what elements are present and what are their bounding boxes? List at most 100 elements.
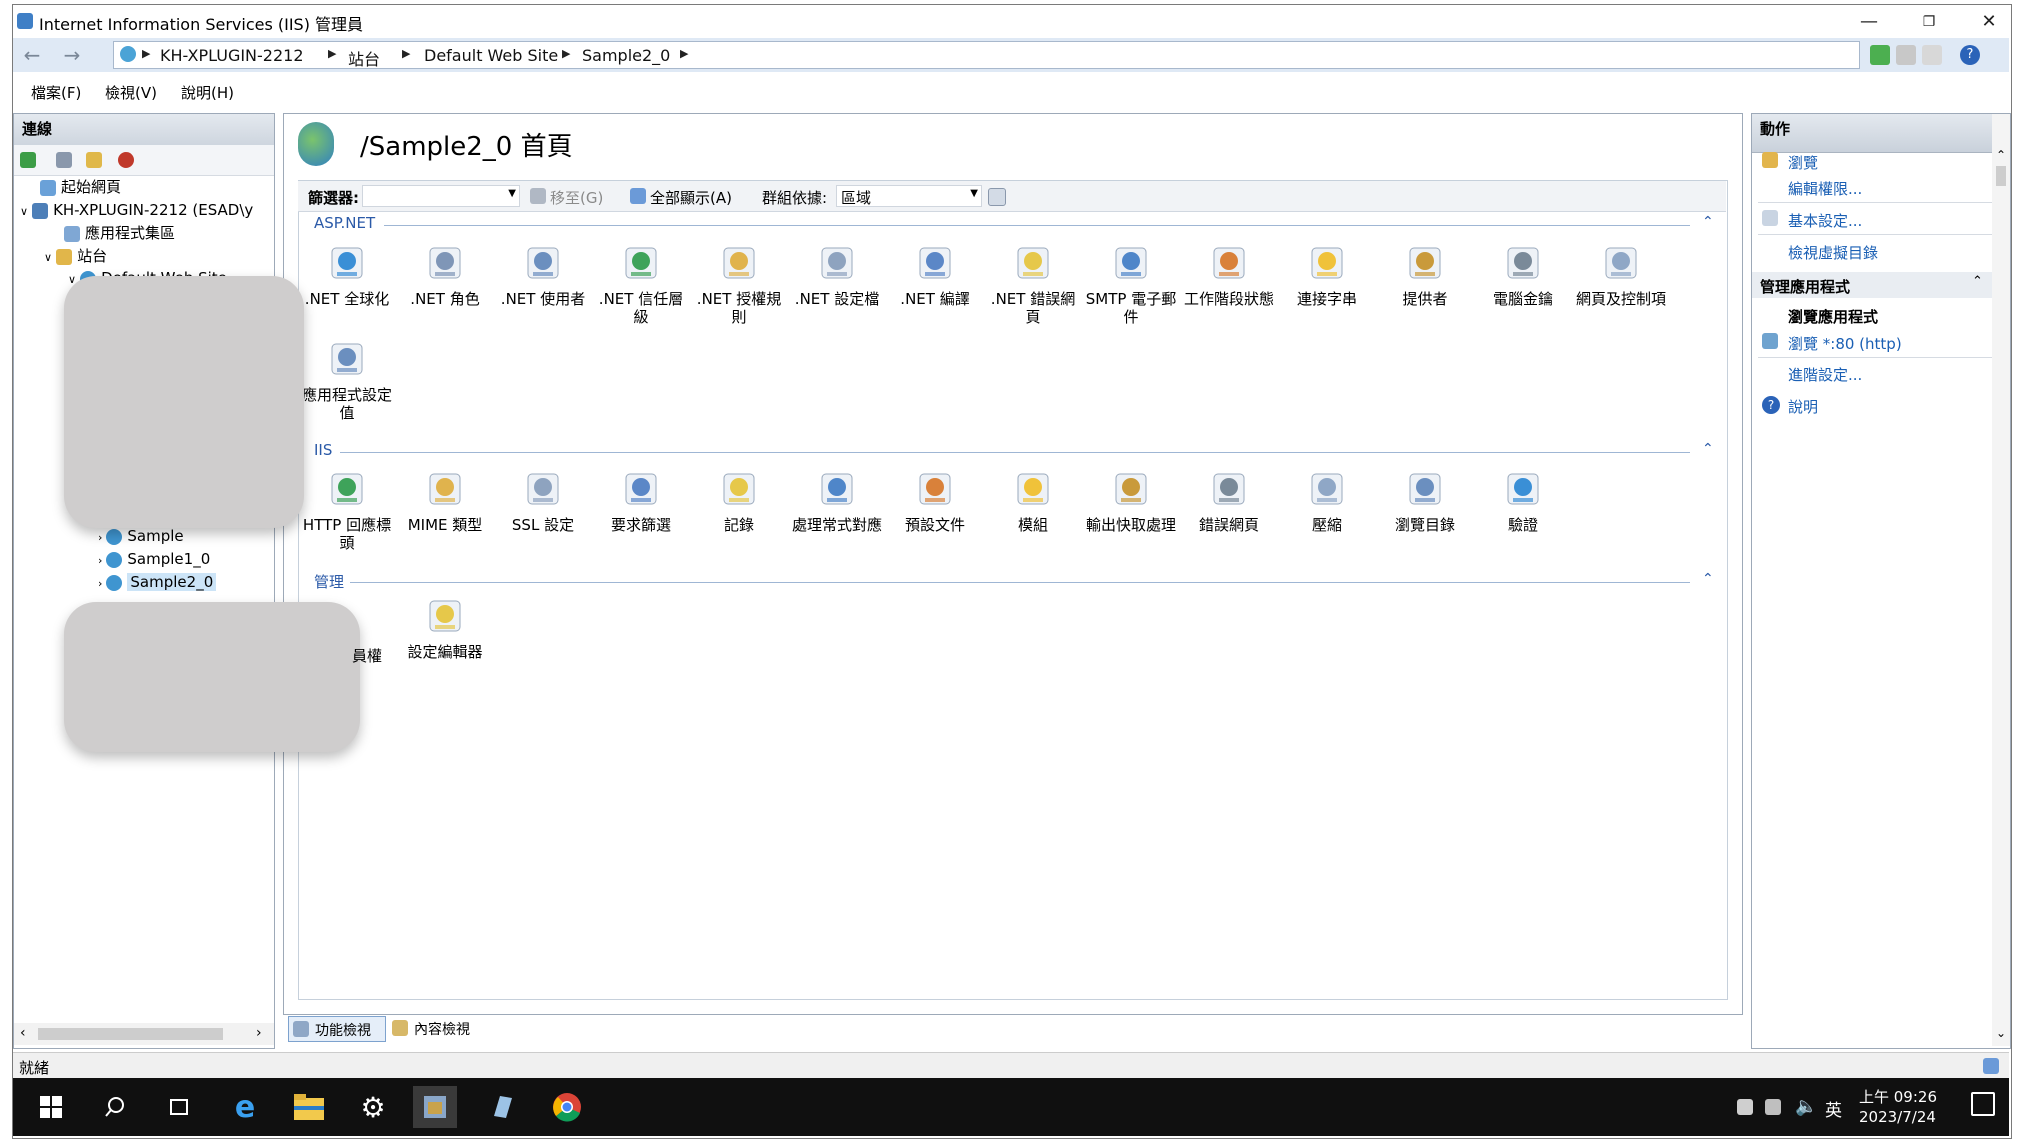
feature-tile[interactable]: SSL 設定	[494, 468, 592, 534]
action-help[interactable]: 說明	[1788, 396, 1818, 417]
feature-tile[interactable]: 工作階段狀態	[1180, 242, 1278, 308]
menu-view[interactable]: 檢視(V)	[105, 82, 157, 103]
tab-features-view[interactable]: 功能檢視	[288, 1016, 386, 1042]
dropdown-arrow-icon[interactable]: ▼	[970, 188, 978, 199]
close-icon[interactable]: ✕	[1959, 5, 2019, 38]
chevron-right-icon[interactable]: ›	[98, 531, 102, 544]
clock-time[interactable]: 上午 09:26	[1859, 1086, 1937, 1107]
group-header-aspnet[interactable]: ASP.NET	[314, 214, 375, 232]
menu-help[interactable]: 說明(H)	[181, 82, 234, 103]
crumb-server[interactable]: KH-XPLUGIN-2212	[160, 46, 304, 65]
feature-tile[interactable]: 壓縮	[1278, 468, 1376, 534]
scroll-right-icon[interactable]: ›	[256, 1025, 262, 1041]
feature-tile[interactable]: .NET 編譯	[886, 242, 984, 308]
feature-tile[interactable]: .NET 全球化	[298, 242, 396, 308]
crumb-default-web-site[interactable]: Default Web Site	[424, 46, 558, 65]
tree-item-start-page[interactable]: 起始網頁	[40, 176, 121, 198]
tree-item-app-pools[interactable]: 應用程式集區	[64, 222, 175, 244]
action-browse-80[interactable]: 瀏覽 *:80 (http)	[1788, 333, 1902, 354]
collapse-icon[interactable]: ⌃	[1702, 214, 1714, 230]
save-icon[interactable]	[56, 152, 72, 168]
tree-item-sample1[interactable]: › Sample1_0	[98, 548, 210, 570]
collapse-icon[interactable]: ⌃	[1702, 571, 1714, 587]
action-edit-permissions[interactable]: 編輯權限...	[1788, 178, 1862, 199]
feature-tile[interactable]: .NET 授權規則	[690, 242, 788, 326]
tree-item-server[interactable]: ∨ KH-XPLUGIN-2212 (ESAD\y	[20, 199, 253, 221]
dropdown-arrow-icon[interactable]: ▼	[508, 188, 516, 199]
security-icon[interactable]	[1737, 1099, 1753, 1115]
feature-tile[interactable]: HTTP 回應標頭	[298, 468, 396, 552]
up-folder-icon[interactable]	[86, 152, 102, 168]
action-advanced-settings[interactable]: 進階設定...	[1788, 364, 1862, 385]
feature-tile[interactable]: 連接字串	[1278, 242, 1376, 308]
start-icon[interactable]	[29, 1086, 73, 1128]
feature-tile[interactable]: 提供者	[1376, 242, 1474, 308]
connect-icon[interactable]	[1870, 45, 1890, 65]
action-view-virtual-dirs[interactable]: 檢視虛擬目錄	[1788, 242, 1878, 263]
tree-item-sites[interactable]: ∨ 站台	[44, 245, 107, 267]
action-basic-settings[interactable]: 基本設定...	[1788, 210, 1862, 231]
menu-file[interactable]: 檔案(F)	[31, 82, 81, 103]
stop-icon[interactable]	[1896, 45, 1916, 65]
chevron-right-icon[interactable]: ▶	[142, 47, 150, 60]
feature-tile[interactable]: MIME 類型	[396, 468, 494, 534]
chevron-right-icon[interactable]: ›	[98, 577, 102, 590]
chrome-icon[interactable]	[545, 1086, 589, 1128]
collapse-icon[interactable]: ⌃	[1972, 274, 1983, 289]
restore-icon[interactable]: ❐	[1899, 5, 1959, 38]
settings-icon[interactable]: ⚙	[351, 1086, 395, 1128]
crumb-sample2[interactable]: Sample2_0	[582, 46, 670, 65]
feature-tile[interactable]: 網頁及控制項	[1572, 242, 1670, 308]
disconnect-icon[interactable]	[118, 152, 134, 168]
horizontal-scrollbar[interactable]: ‹ ›	[14, 1023, 274, 1045]
feature-tile[interactable]: .NET 使用者	[494, 242, 592, 308]
clock-date[interactable]: 2023/7/24	[1859, 1108, 1936, 1126]
tree-item-sample2[interactable]: › Sample2_0	[98, 571, 217, 593]
goto-button[interactable]: 移至(G)	[550, 187, 603, 208]
chevron-right-icon[interactable]: ›	[98, 554, 102, 567]
scroll-up-icon[interactable]: ⌃	[1996, 148, 2006, 162]
feature-tile[interactable]: SMTP 電子郵件	[1082, 242, 1180, 326]
view-mode-icon[interactable]	[988, 188, 1006, 206]
back-icon[interactable]: ←	[17, 42, 47, 68]
filter-input[interactable]: ▼	[362, 185, 520, 207]
tab-content-view[interactable]: 內容檢視	[388, 1016, 484, 1040]
address-path[interactable]: ▶ KH-XPLUGIN-2212 ▶ 站台 ▶ Default Web Sit…	[113, 41, 1860, 69]
forward-icon[interactable]: →	[57, 42, 87, 68]
app-icon[interactable]	[479, 1086, 523, 1128]
task-view-icon[interactable]	[157, 1086, 201, 1128]
group-header-management[interactable]: 管理	[314, 571, 344, 592]
iis-manager-icon[interactable]	[413, 1086, 457, 1128]
crumb-sites[interactable]: 站台	[348, 46, 380, 70]
feature-tile[interactable]: .NET 信任層級	[592, 242, 690, 326]
group-header-iis[interactable]: IIS	[314, 441, 332, 459]
feature-tile[interactable]: 記錄	[690, 468, 788, 534]
feature-tile[interactable]: 瀏覽目錄	[1376, 468, 1474, 534]
chevron-down-icon[interactable]: ∨	[44, 251, 52, 264]
feature-tile[interactable]: .NET 設定檔	[788, 242, 886, 308]
action-explore[interactable]: 瀏覽	[1788, 152, 1818, 173]
chevron-right-icon[interactable]: ▶	[402, 47, 410, 60]
feature-tile[interactable]: 設定編輯器	[396, 595, 494, 661]
feature-tile[interactable]: 電腦金鑰	[1474, 242, 1572, 308]
tree-item-sample[interactable]: › Sample	[98, 525, 184, 547]
home-icon[interactable]	[1922, 45, 1942, 65]
feature-tile[interactable]: 預設文件	[886, 468, 984, 534]
section-manage-app[interactable]: 管理應用程式 ⌃	[1752, 272, 1992, 298]
feature-tile[interactable]: 錯誤網頁	[1180, 468, 1278, 534]
vertical-scrollbar[interactable]: ⌃ ⌄	[1992, 114, 2010, 1046]
feature-tile[interactable]: 應用程式設定值	[298, 338, 396, 422]
chevron-right-icon[interactable]: ▶	[680, 47, 688, 60]
volume-muted-icon[interactable]: 🔈	[1795, 1096, 1817, 1117]
chevron-right-icon[interactable]: ▶	[328, 47, 336, 60]
search-icon[interactable]	[93, 1086, 137, 1128]
feature-tile[interactable]: 要求篩選	[592, 468, 690, 534]
minimize-icon[interactable]: —	[1839, 5, 1899, 38]
connect-icon[interactable]	[20, 152, 36, 168]
feature-tile[interactable]: 處理常式對應	[788, 468, 886, 534]
edge-icon[interactable]: e	[223, 1086, 267, 1128]
scroll-left-icon[interactable]: ‹	[20, 1025, 26, 1041]
feature-tile[interactable]: .NET 角色	[396, 242, 494, 308]
feature-tile[interactable]: 輸出快取處理	[1082, 468, 1180, 534]
feature-tile[interactable]: .NET 錯誤網頁	[984, 242, 1082, 326]
